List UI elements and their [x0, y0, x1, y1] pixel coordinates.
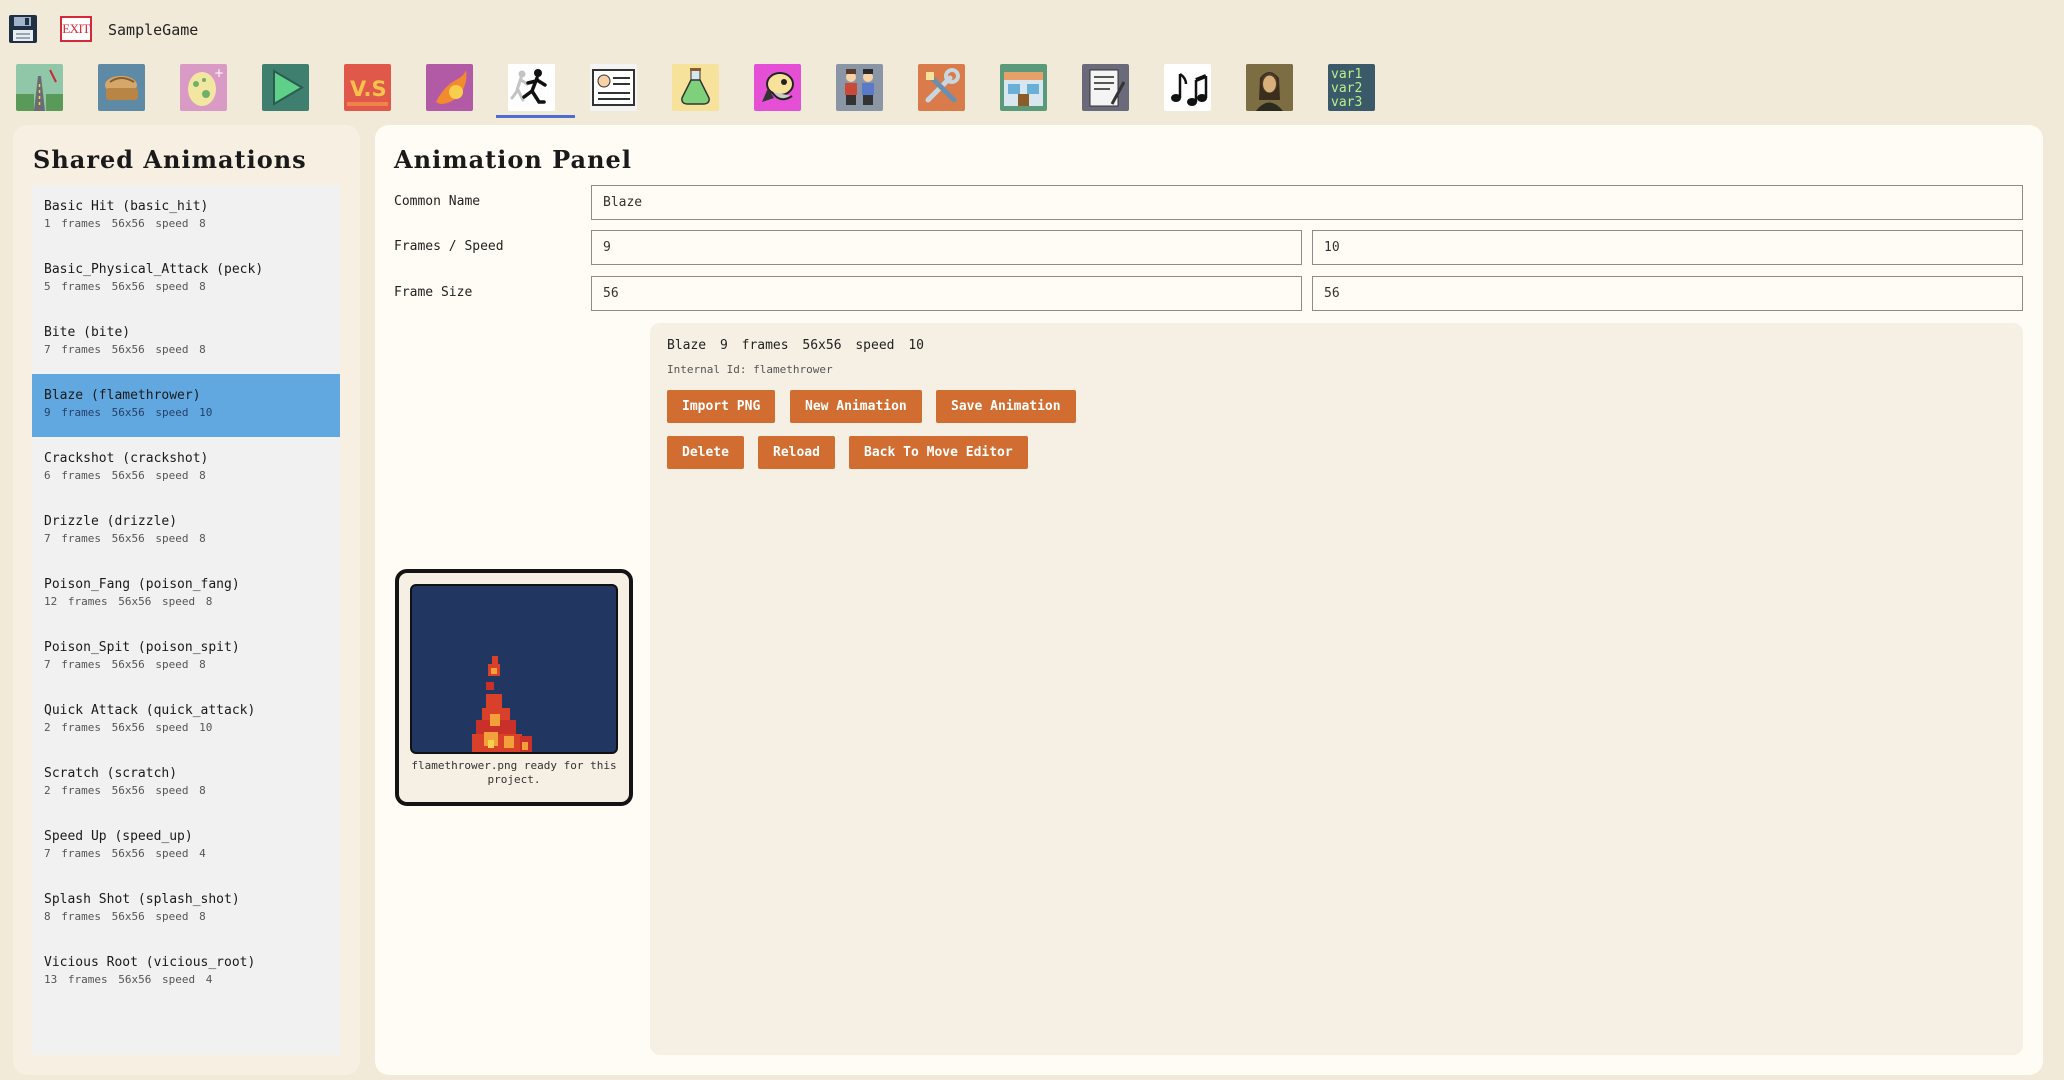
- list-item-meta: 12 frames 56x56 speed 8: [44, 595, 213, 608]
- list-item[interactable]: Poison_Fang (poison_fang) 12 frames 56x56…: [32, 563, 340, 626]
- shared-animations-sidebar: Shared Animations Basic Hit (basic_hit) 1…: [13, 125, 360, 1075]
- frame-width-input[interactable]: [591, 276, 1302, 311]
- fireball-icon[interactable]: [426, 64, 473, 111]
- list-item[interactable]: Basic_Physical_Attack (peck) 5 frames 56x…: [32, 248, 340, 311]
- list-item-meta: 2 frames 56x56 speed 10: [44, 721, 213, 734]
- bread-icon[interactable]: [98, 64, 145, 111]
- reload-button[interactable]: Reload: [758, 436, 835, 469]
- egg-icon[interactable]: +: [180, 64, 227, 111]
- list-item-meta: 5 frames 56x56 speed 8: [44, 280, 206, 293]
- list-item-meta: 13 frames 56x56 speed 4: [44, 973, 213, 986]
- list-item-meta: 9 frames 56x56 speed 10: [44, 406, 213, 419]
- sidebar-title: Shared Animations: [33, 145, 307, 174]
- top-bar: EXIT SampleGame: [0, 0, 2064, 60]
- list-item-meta: 7 frames 56x56 speed 8: [44, 658, 206, 671]
- svg-text:var3: var3: [1331, 95, 1362, 110]
- list-item-label: Basic_Physical_Attack (peck): [44, 262, 264, 277]
- list-item-label: Poison_Spit (poison_spit): [44, 640, 240, 655]
- frame-height-input[interactable]: [1312, 276, 2023, 311]
- variables-icon[interactable]: var1 var2 var3: [1328, 64, 1375, 111]
- road-icon[interactable]: [16, 64, 63, 111]
- frame-size-label: Frame Size: [394, 285, 473, 300]
- common-name-label: Common Name: [394, 194, 481, 209]
- preview-caption: flamethrower.png ready for this project.: [411, 759, 617, 786]
- list-item-label: Vicious Root (vicious_root): [44, 955, 256, 970]
- list-item-selected[interactable]: Blaze (flamethrower) 9 frames 56x56 speed…: [32, 374, 340, 437]
- list-item-meta: 7 frames 56x56 speed 4: [44, 847, 206, 860]
- list-item-label: Splash Shot (splash_shot): [44, 892, 240, 907]
- list-item[interactable]: Vicious Root (vicious_root) 13 frames 56x…: [32, 941, 340, 1004]
- list-item[interactable]: Drizzle (drizzle) 7 frames 56x56 speed 8: [32, 500, 340, 563]
- save-icon[interactable]: [8, 14, 38, 44]
- frames-input[interactable]: [591, 230, 1302, 265]
- svg-text:var2: var2: [1331, 81, 1362, 96]
- svg-text:+: +: [214, 66, 224, 80]
- speed-input[interactable]: [1312, 230, 2023, 265]
- list-item[interactable]: Splash Shot (splash_shot) 8 frames 56x56 …: [32, 878, 340, 941]
- save-animation-button[interactable]: Save Animation: [936, 390, 1076, 423]
- list-item[interactable]: Basic Hit (basic_hit) 1 frames 56x56 spee…: [32, 185, 340, 248]
- back-to-move-editor-button[interactable]: Back To Move Editor: [849, 436, 1028, 469]
- list-item-meta: 2 frames 56x56 speed 8: [44, 784, 206, 797]
- import-png-button[interactable]: Import PNG: [667, 390, 776, 423]
- id-card-icon[interactable]: [590, 64, 637, 111]
- list-item-label: Quick Attack (quick_attack): [44, 703, 256, 718]
- list-item-label: Crackshot (crackshot): [44, 451, 209, 466]
- monster-icon[interactable]: [754, 64, 801, 111]
- list-item-label: Poison_Fang (poison_fang): [44, 577, 240, 592]
- list-item-label: Speed Up (speed_up): [44, 829, 193, 844]
- animation-summary: Blaze 9 frames 56x56 speed 10: [667, 338, 924, 353]
- main-toolbar: + V.S var1 var2 var3: [16, 64, 1375, 118]
- project-name: SampleGame: [108, 21, 199, 39]
- list-item-meta: 8 frames 56x56 speed 8: [44, 910, 206, 923]
- list-item-label: Basic Hit (basic_hit): [44, 199, 209, 214]
- list-item-meta: 1 frames 56x56 speed 8: [44, 217, 206, 230]
- internal-id: Internal Id: flamethrower: [667, 363, 833, 376]
- list-item-meta: 7 frames 56x56 speed 8: [44, 532, 206, 545]
- animation-list[interactable]: Basic Hit (basic_hit) 1 frames 56x56 spee…: [32, 185, 340, 1055]
- list-item[interactable]: Speed Up (speed_up) 7 frames 56x56 speed …: [32, 815, 340, 878]
- svg-text:var1: var1: [1331, 67, 1362, 82]
- animation-panel: Animation Panel Common Name Frames / Spe…: [375, 125, 2043, 1075]
- potion-icon[interactable]: [672, 64, 719, 111]
- svg-text:V.S: V.S: [350, 77, 387, 101]
- animation-preview: flamethrower.png ready for this project.: [395, 569, 633, 806]
- list-item-label: Scratch (scratch): [44, 766, 178, 781]
- list-item-label: Bite (bite): [44, 325, 131, 340]
- trainers-icon[interactable]: [836, 64, 883, 111]
- tools-icon[interactable]: [918, 64, 965, 111]
- list-item[interactable]: Poison_Spit (poison_spit) 7 frames 56x56 …: [32, 626, 340, 689]
- play-icon[interactable]: [262, 64, 309, 111]
- music-notes-icon[interactable]: [1164, 64, 1211, 111]
- page-title: Animation Panel: [394, 145, 632, 174]
- animations-tool-active: [496, 64, 575, 118]
- list-item-label: Blaze (flamethrower): [44, 388, 201, 403]
- vs-icon[interactable]: V.S: [344, 64, 391, 111]
- list-item-meta: 7 frames 56x56 speed 8: [44, 343, 206, 356]
- delete-button[interactable]: Delete: [667, 436, 744, 469]
- exit-icon[interactable]: EXIT: [60, 16, 92, 42]
- common-name-input[interactable]: [591, 185, 2023, 220]
- new-animation-button[interactable]: New Animation: [790, 390, 922, 423]
- script-icon[interactable]: [1082, 64, 1129, 111]
- shop-icon[interactable]: [1000, 64, 1047, 111]
- list-item[interactable]: Bite (bite) 7 frames 56x56 speed 8: [32, 311, 340, 374]
- preview-canvas: [410, 584, 618, 754]
- portrait-icon[interactable]: [1246, 64, 1293, 111]
- running-figure-icon[interactable]: [508, 64, 555, 111]
- frames-speed-label: Frames / Speed: [394, 239, 504, 254]
- list-item[interactable]: Quick Attack (quick_attack) 2 frames 56x5…: [32, 689, 340, 752]
- list-item-meta: 6 frames 56x56 speed 8: [44, 469, 206, 482]
- list-item-label: Drizzle (drizzle): [44, 514, 178, 529]
- list-item[interactable]: Scratch (scratch) 2 frames 56x56 speed 8: [32, 752, 340, 815]
- list-item[interactable]: Crackshot (crackshot) 6 frames 56x56 spee…: [32, 437, 340, 500]
- animation-editor-area: Blaze 9 frames 56x56 speed 10 Internal I…: [650, 323, 2023, 1055]
- flame-sprite-icon: [472, 656, 532, 752]
